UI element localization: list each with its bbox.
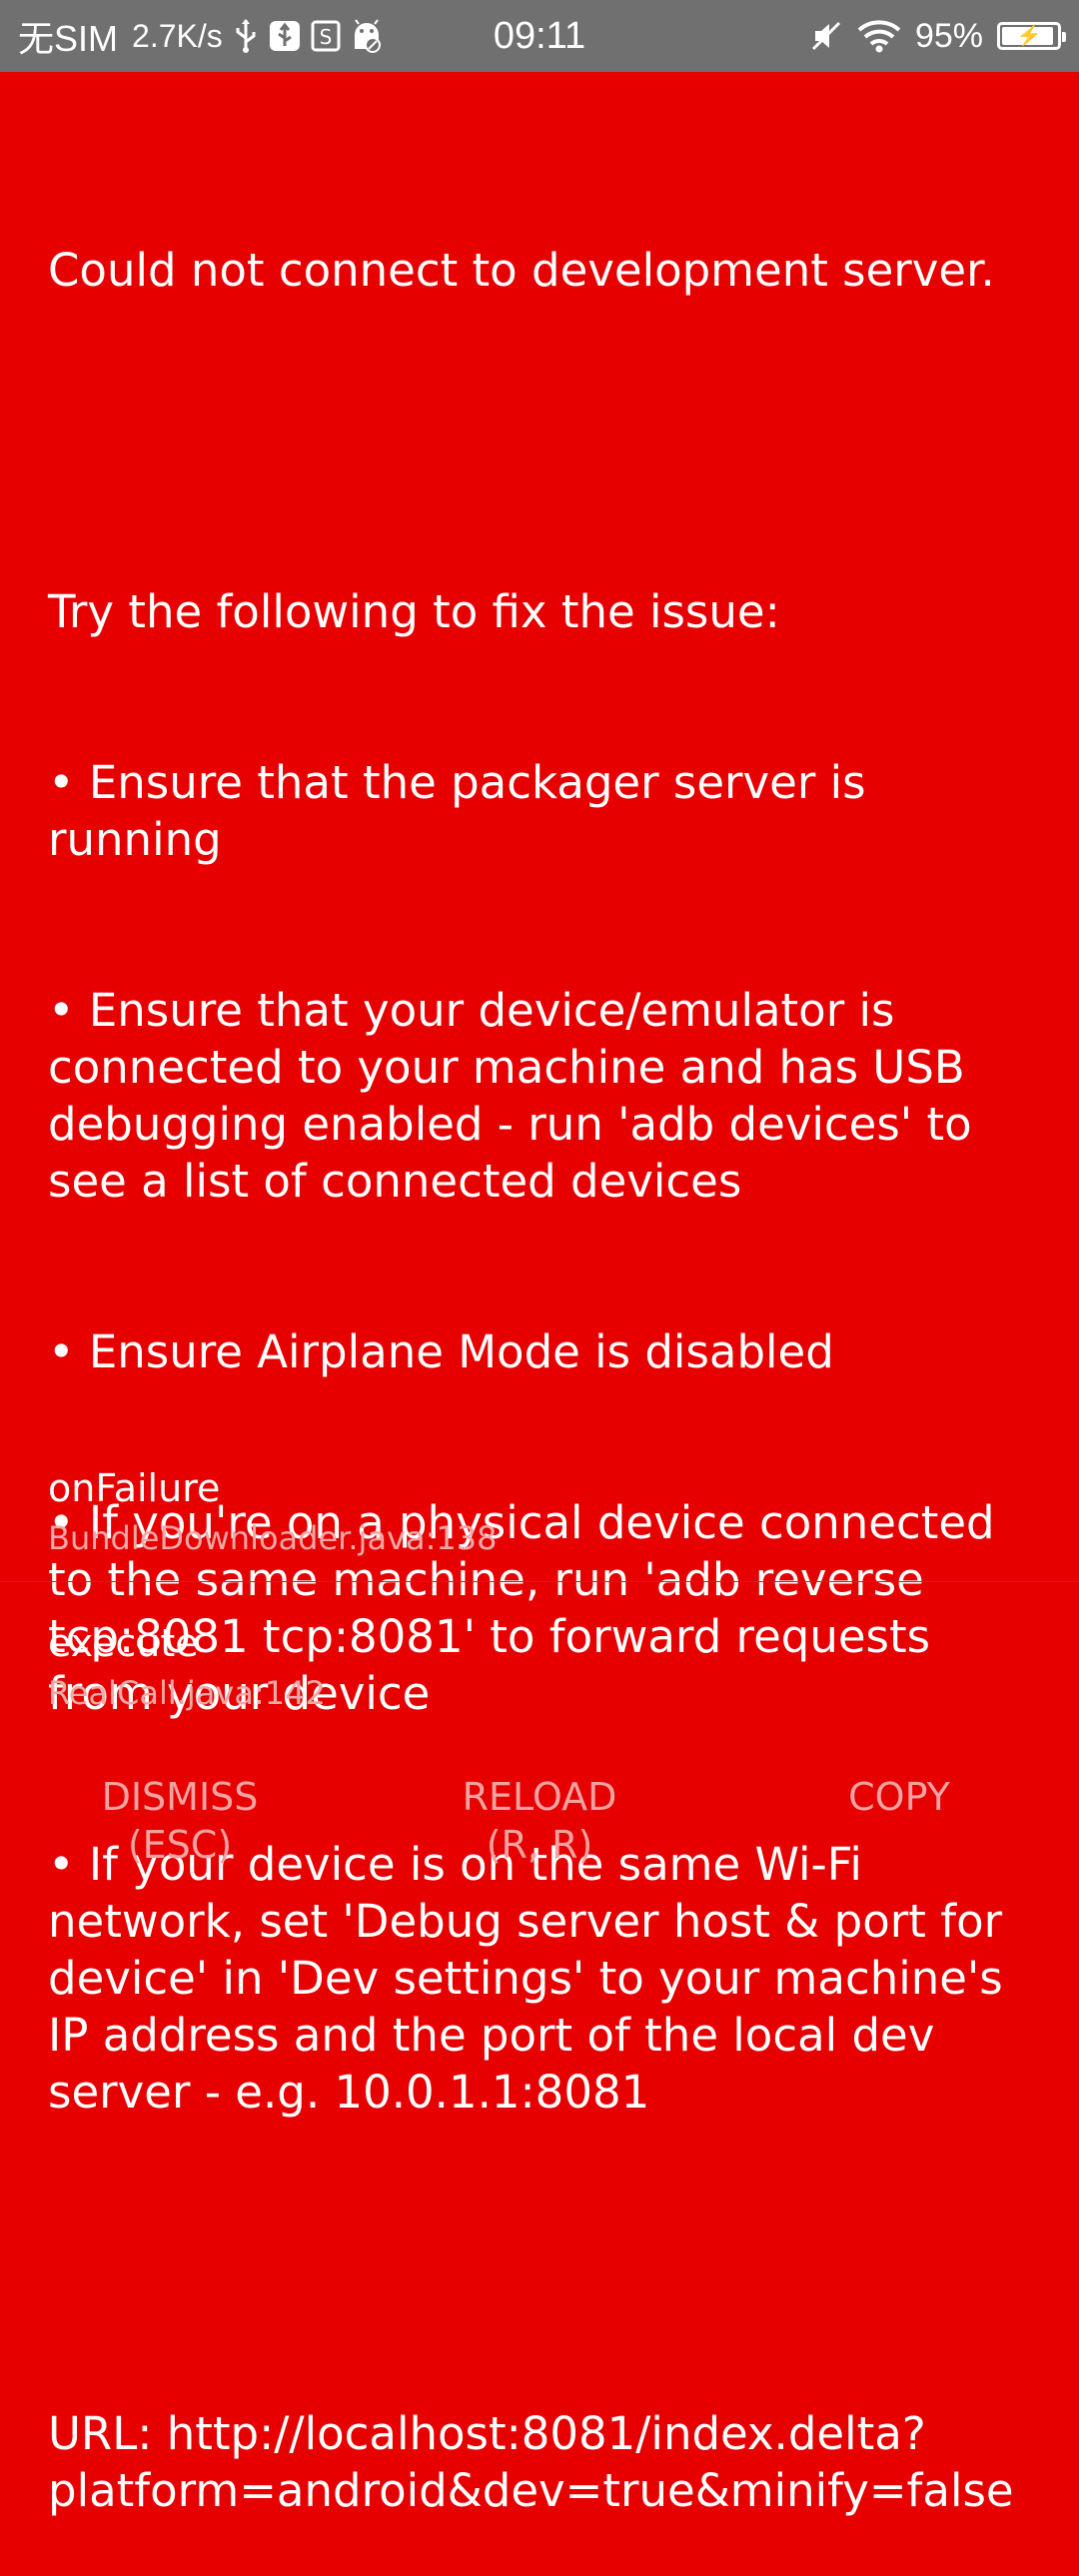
copy-label: COPY [848, 1775, 950, 1819]
status-bar-right: 95% ⚡ [809, 0, 1066, 72]
reload-button[interactable]: RELOAD (R, R) [360, 1773, 719, 1883]
copy-button[interactable]: COPY [719, 1773, 1079, 1883]
stack-frame-method: onFailure [48, 1466, 221, 1510]
stack-frame-method: execute [48, 1621, 199, 1665]
reload-shortcut: (R, R) [486, 1823, 593, 1867]
dismiss-label: DISMISS [101, 1775, 259, 1819]
error-title: Could not connect to development server. [48, 244, 995, 297]
stack-frame-file: BundleDownloader.java:138 [48, 1519, 498, 1557]
error-message: Could not connect to development server.… [48, 128, 1047, 2576]
error-bullet: • Ensure Airplane Mode is disabled [48, 1325, 834, 1378]
battery-charging-icon: ⚡ [997, 22, 1066, 50]
stack-frame-file: RealCall.java:142 [48, 1674, 326, 1712]
status-bar: 无SIM 2.7K/s S 09:11 95% ⚡ [0, 0, 1079, 72]
stack-frame[interactable]: execute RealCall.java:142 [0, 1611, 1079, 1737]
dismiss-button[interactable]: DISMISS (ESC) [0, 1773, 360, 1883]
dismiss-shortcut: (ESC) [127, 1823, 233, 1867]
action-bar: DISMISS (ESC) RELOAD (R, R) COPY [0, 1773, 1079, 1883]
error-intro: Try the following to fix the issue: [48, 585, 780, 638]
battery-percent: 95% [914, 16, 983, 55]
error-bullet: • Ensure that the packager server is run… [48, 756, 880, 866]
wifi-icon [857, 19, 901, 53]
mute-icon [809, 19, 843, 53]
reload-label: RELOAD [462, 1775, 617, 1819]
stack-frame[interactable]: onFailure BundleDownloader.java:138 [0, 1456, 1079, 1582]
error-bullet: • Ensure that your device/emulator is co… [48, 984, 986, 1208]
error-url: URL: http://localhost:8081/index.delta?p… [48, 2407, 1014, 2517]
